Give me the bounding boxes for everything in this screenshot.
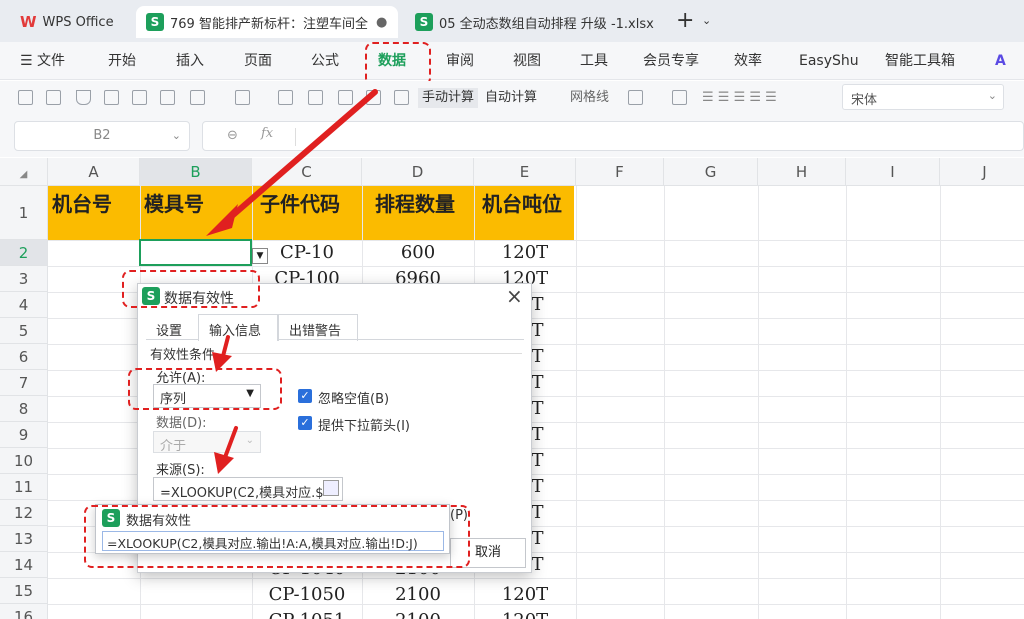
annotation-arrows [206,89,378,474]
annotation-arrow-to-b2 [222,89,378,225]
arrow-head-icon [214,452,234,474]
arrow-head-icon [206,204,238,236]
annotation-arrow-to-source [222,426,238,462]
arrow-head-icon [212,352,232,372]
